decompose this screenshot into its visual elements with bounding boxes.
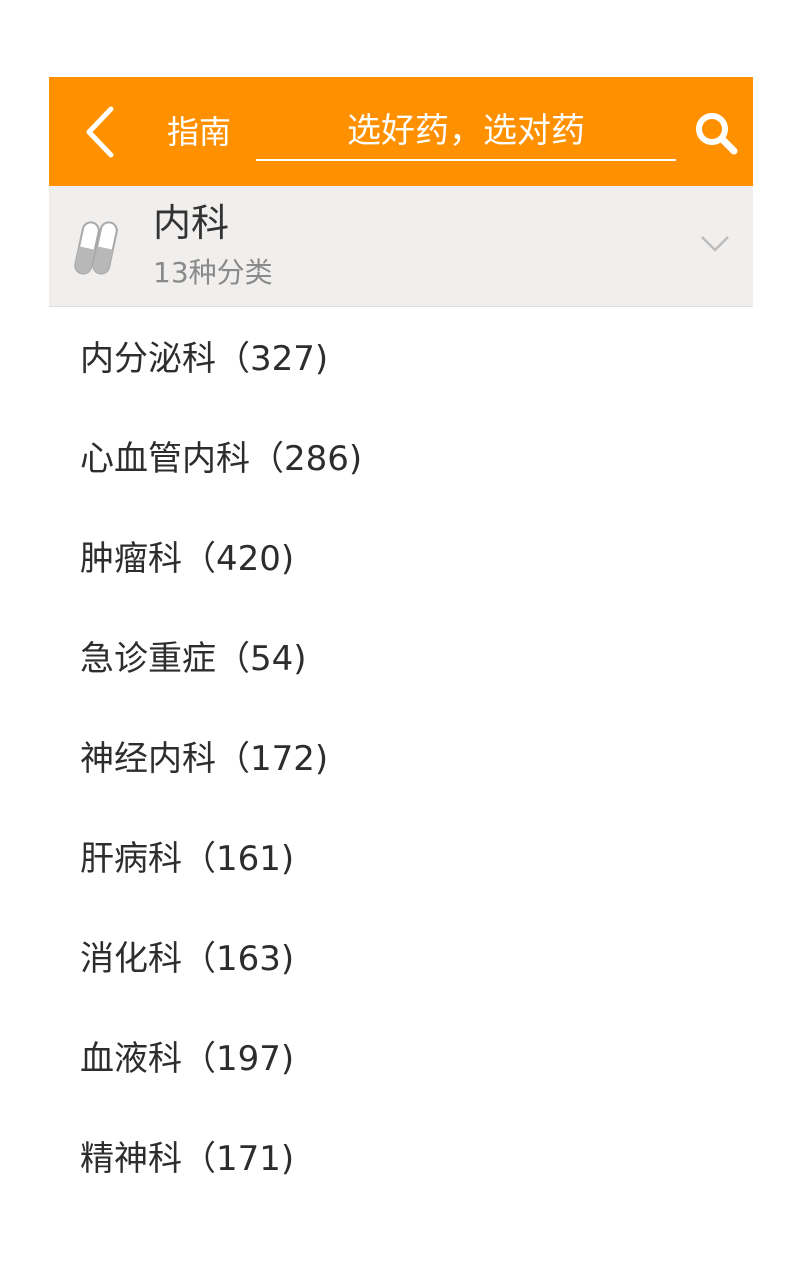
pill-capsule-icon: [71, 216, 121, 280]
chevron-left-icon: [86, 106, 114, 158]
list-item[interactable]: 急诊重症（54): [49, 607, 753, 707]
category-selector[interactable]: 内科 13种分类: [49, 186, 753, 307]
search-button[interactable]: [693, 110, 739, 156]
list-item[interactable]: 肝病科（161): [49, 807, 753, 907]
page-title: 指南: [167, 113, 232, 151]
back-button[interactable]: [79, 105, 123, 159]
list-item[interactable]: 肿瘤科（420): [49, 507, 753, 607]
category-count: 13种分类: [153, 256, 273, 289]
category-title: 内科: [153, 201, 230, 245]
top-app-bar: 指南 选好药，选对药: [49, 77, 753, 186]
chevron-down-icon[interactable]: [699, 233, 731, 255]
app-screen: 指南 选好药，选对药 内科 13种分类 内分泌科（327) 心血管内科（286)…: [49, 77, 753, 1280]
list-item[interactable]: 消化科（163): [49, 907, 753, 1007]
list-item[interactable]: 神经内科（172): [49, 707, 753, 807]
search-icon: [696, 113, 738, 155]
list-item[interactable]: 血液科（197): [49, 1007, 753, 1107]
search-input[interactable]: 选好药，选对药: [256, 103, 676, 161]
list-item[interactable]: 精神科（171): [49, 1107, 753, 1207]
list-item[interactable]: 心血管内科（286): [49, 407, 753, 507]
subcategory-list: 内分泌科（327) 心血管内科（286) 肿瘤科（420) 急诊重症（54) 神…: [49, 307, 753, 1207]
list-item[interactable]: 内分泌科（327): [49, 307, 753, 407]
